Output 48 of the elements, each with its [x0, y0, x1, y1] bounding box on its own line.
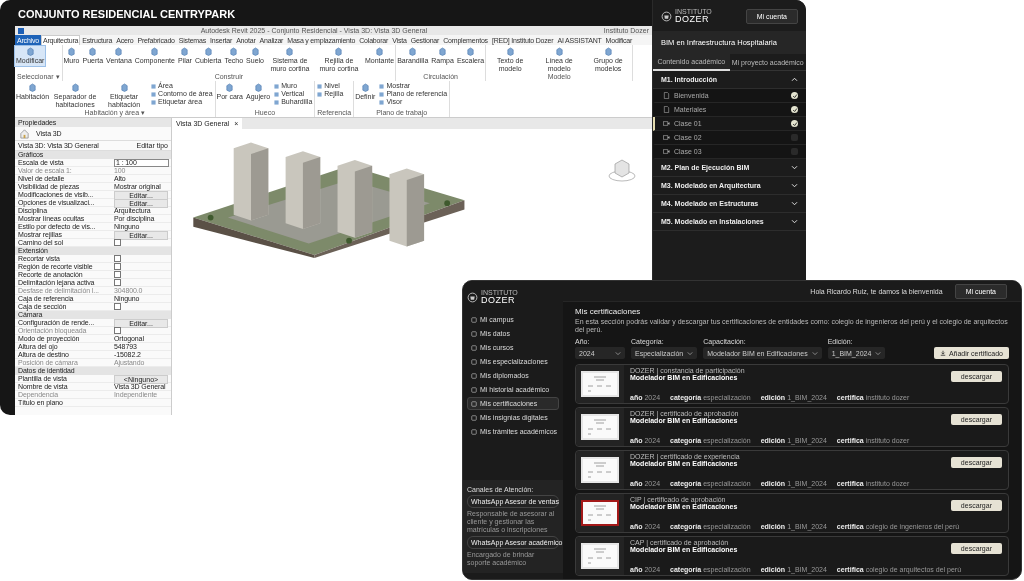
- logo-wordmark: DOZER: [481, 296, 516, 305]
- completion-checkbox[interactable]: [791, 120, 798, 127]
- block-icon: [438, 47, 448, 56]
- download-icon: [939, 350, 946, 357]
- completion-checkbox[interactable]: [791, 106, 798, 113]
- video-icon: [663, 134, 670, 141]
- block-icon: [70, 83, 80, 92]
- block-icon: [334, 47, 344, 56]
- chevron-icon: [811, 350, 818, 356]
- block-icon: [25, 47, 35, 56]
- chevron-icon: [687, 350, 694, 356]
- block-icon: [554, 47, 564, 56]
- chevron-icon: [615, 350, 621, 356]
- block-icon: [253, 83, 263, 92]
- block-icon: [603, 47, 613, 56]
- block-icon: [119, 83, 129, 92]
- checkbox[interactable]: [114, 263, 121, 270]
- checkbox[interactable]: [114, 239, 121, 246]
- block-icon: [28, 83, 38, 92]
- logo-wordmark: DOZER: [675, 15, 710, 24]
- block-icon: [180, 47, 190, 56]
- block-icon: [67, 47, 76, 56]
- block-icon: [250, 47, 260, 56]
- block-icon: [150, 47, 160, 56]
- checkbox[interactable]: [114, 303, 121, 310]
- checkbox[interactable]: [114, 279, 121, 286]
- completion-checkbox[interactable]: [791, 92, 798, 99]
- chevron-icon: [875, 350, 882, 356]
- block-icon: [466, 47, 475, 56]
- block-icon: [375, 47, 385, 56]
- page-heading: Mis certificaciones: [575, 307, 642, 316]
- block-icon: [88, 47, 98, 56]
- checkbox[interactable]: [114, 255, 121, 262]
- block-icon: [225, 83, 235, 92]
- checkbox[interactable]: [114, 271, 121, 278]
- block-icon: [114, 47, 124, 56]
- block-icon: [505, 47, 515, 56]
- video-icon: [663, 148, 670, 155]
- house-icon: [19, 128, 30, 139]
- app-logo-icon: [18, 27, 24, 34]
- block-icon: [229, 47, 239, 56]
- video-icon: [663, 120, 670, 127]
- block-icon: [408, 47, 418, 56]
- project-title: CONJUNTO RESIDENCIAL CENTRYPARK: [17, 7, 237, 22]
- shield-logo-icon: [467, 291, 478, 303]
- shield-logo-icon: [661, 10, 672, 22]
- block-icon: [285, 47, 295, 56]
- block-icon: [203, 47, 213, 56]
